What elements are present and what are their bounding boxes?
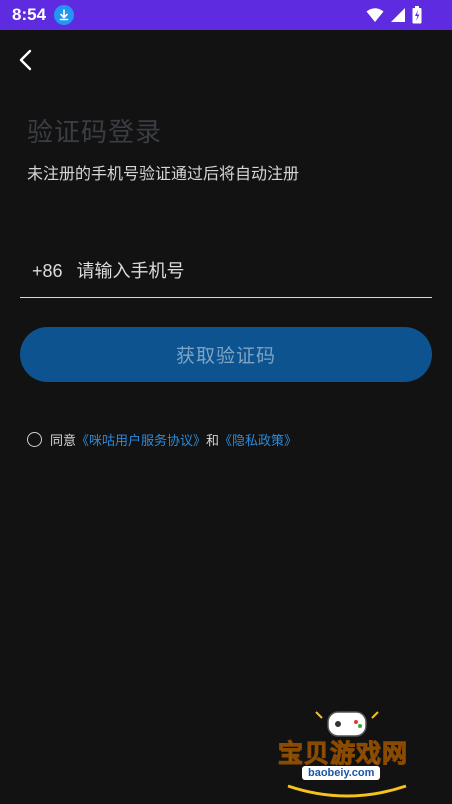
get-code-button[interactable]: 获取验证码 xyxy=(20,327,432,382)
phone-input[interactable] xyxy=(76,251,432,292)
signal-icon xyxy=(391,8,405,22)
service-agreement-link[interactable]: 《咪咕用户服务协议》 xyxy=(76,430,206,449)
country-code[interactable]: +86 xyxy=(32,261,63,282)
agreement-conjunction: 和 xyxy=(206,434,220,449)
back-button[interactable] xyxy=(14,46,38,74)
agree-radio[interactable] xyxy=(27,432,42,447)
phone-field: +86 xyxy=(20,246,432,298)
agreement-prefix: 同意 xyxy=(50,434,77,449)
agreement-row: 同意 《咪咕用户服务协议》 和 《隐私政策》 xyxy=(27,430,297,449)
page-title: 验证码登录 xyxy=(27,118,163,148)
status-icons xyxy=(366,6,422,24)
wifi-icon xyxy=(366,8,384,22)
page-subtitle: 未注册的手机号验证通过后将自动注册 xyxy=(27,164,300,183)
chevron-left-icon xyxy=(19,49,32,71)
watermark-url: baobeiy.com xyxy=(302,766,381,780)
watermark-brand: 宝贝游戏网 xyxy=(277,739,409,769)
status-time: 8:54 xyxy=(12,5,47,24)
watermark-logo: 宝贝游戏网 baobeiy.com xyxy=(272,706,422,802)
privacy-policy-link[interactable]: 《隐私政策》 xyxy=(219,430,297,449)
download-icon xyxy=(54,5,75,25)
status-bar: 8:54 xyxy=(0,0,452,30)
battery-icon xyxy=(412,6,422,24)
